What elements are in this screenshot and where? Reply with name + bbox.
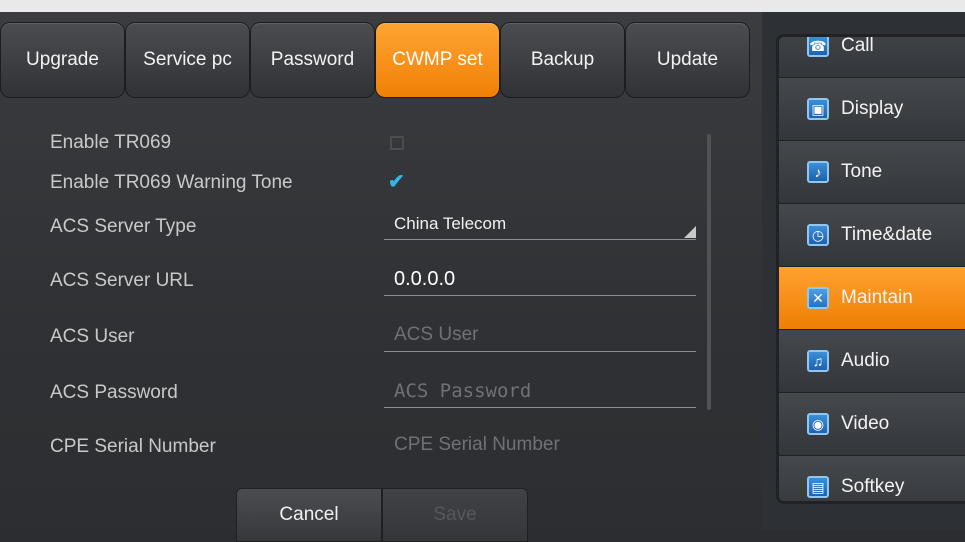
tools-icon: ✕ (807, 287, 829, 309)
tab-bar: Upgrade Service pc Password CWMP set Bac… (0, 22, 752, 98)
enable-tr069-warning-tone-label: Enable TR069 Warning Tone (50, 172, 293, 193)
tab-label: Update (656, 49, 719, 70)
sidebar-item-label: Tone (841, 161, 883, 182)
acs-user-input[interactable]: ACS User (384, 318, 696, 352)
sidebar-item-call[interactable]: ☎ Call (779, 35, 965, 78)
tab-cwmp-set[interactable]: CWMP set (375, 22, 500, 98)
save-button[interactable]: Save (382, 488, 528, 542)
sidebar-item-video[interactable]: ◉ Video (779, 393, 965, 456)
tab-label: CWMP set (392, 49, 483, 70)
sidebar-item-maintain[interactable]: ✕ Maintain (779, 267, 965, 330)
sidebar-item-audio[interactable]: ♫ Audio (779, 330, 965, 393)
sidebar-menu: ☎ Call ▣ Display ♪ Tone ◷ Time&date ✕ Ma… (776, 34, 965, 504)
tab-password[interactable]: Password (250, 22, 375, 98)
clock-icon: ◷ (807, 224, 829, 246)
cancel-button[interactable]: Cancel (236, 488, 382, 542)
acs-server-type-value: China Telecom (394, 214, 507, 233)
sidebar-item-label: Audio (841, 350, 890, 371)
action-bar: Cancel Save (0, 488, 762, 542)
sidebar-item-softkey[interactable]: ▤ Softkey (779, 456, 965, 501)
acs-password-input[interactable]: ACS Password (384, 374, 696, 408)
display-icon: ▣ (807, 98, 829, 120)
tab-label: Upgrade (26, 49, 99, 70)
sidebar-item-label: Time&date (841, 224, 933, 245)
tab-label: Password (270, 49, 355, 70)
enable-tr069-checkbox[interactable] (390, 136, 404, 150)
sidebar-item-time-date[interactable]: ◷ Time&date (779, 204, 965, 267)
warning-tone-checkbox[interactable]: ✔ (388, 172, 405, 192)
sidebar-item-label: Softkey (841, 476, 905, 497)
sidebar-item-label: Maintain (841, 287, 913, 308)
sidebar-item-display[interactable]: ▣ Display (779, 78, 965, 141)
tab-label: Service pc (143, 49, 232, 70)
sidebar-item-tone[interactable]: ♪ Tone (779, 141, 965, 204)
sidebar-item-label: Video (841, 413, 890, 434)
camera-icon: ◉ (807, 413, 829, 435)
acs-server-url-input[interactable]: 0.0.0.0 (384, 262, 696, 296)
tab-upgrade[interactable]: Upgrade (0, 22, 125, 98)
enable-tr069-label: Enable TR069 (50, 132, 172, 153)
acs-server-url-label: ACS Server URL (50, 270, 194, 291)
acs-user-label: ACS User (50, 326, 135, 347)
tab-service-pc[interactable]: Service pc (125, 22, 250, 98)
softkey-icon: ▤ (807, 476, 829, 498)
tab-update[interactable]: Update (625, 22, 750, 98)
settings-panel: Upgrade Service pc Password CWMP set Bac… (0, 12, 762, 542)
acs-server-type-select[interactable]: China Telecom (384, 210, 696, 240)
form-scrollbar[interactable] (707, 134, 711, 410)
cpe-serial-number-label: CPE Serial Number (50, 436, 216, 457)
microphone-icon: ♫ (807, 350, 829, 372)
sidebar-item-label: Display (841, 98, 904, 119)
dropdown-arrow-icon (684, 226, 696, 238)
acs-password-label: ACS Password (50, 382, 178, 403)
cwmp-form: Enable TR069 Enable TR069 Warning Tone ✔… (0, 112, 762, 472)
tab-backup[interactable]: Backup (500, 22, 625, 98)
top-strip (0, 0, 965, 12)
tab-label: Backup (530, 49, 595, 70)
settings-sidebar: ☎ Call ▣ Display ♪ Tone ◷ Time&date ✕ Ma… (762, 12, 965, 530)
speaker-icon: ♪ (807, 161, 829, 183)
acs-server-type-label: ACS Server Type (50, 216, 197, 237)
phone-icon: ☎ (807, 37, 829, 57)
sidebar-item-label: Call (841, 35, 874, 56)
cpe-serial-number-input[interactable]: CPE Serial Number (384, 428, 696, 462)
